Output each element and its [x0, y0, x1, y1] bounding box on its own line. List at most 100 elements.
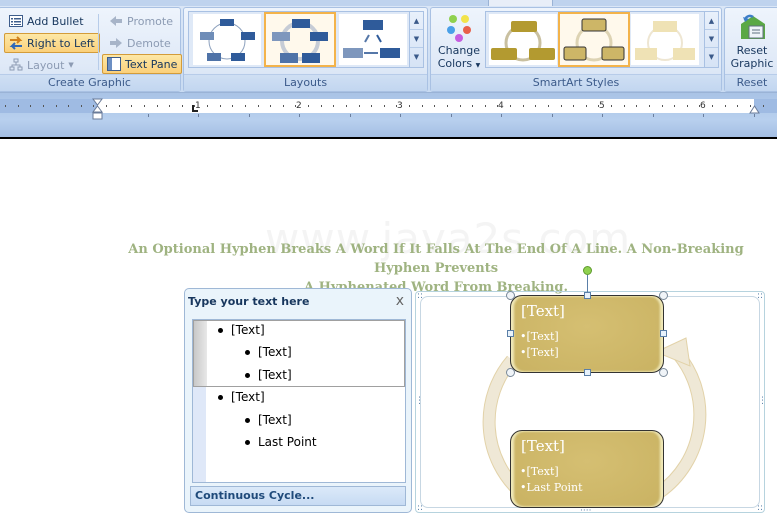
resize-handle-ne[interactable] — [659, 291, 668, 300]
gallery-up-button[interactable]: ▲ — [705, 12, 718, 30]
close-icon[interactable]: x — [396, 293, 404, 309]
ruler-guide-mark — [400, 114, 401, 117]
resize-handle-e[interactable] — [660, 330, 667, 337]
text-pane-icon — [107, 57, 121, 71]
reset-graphic-button[interactable]: Reset Graphic — [727, 12, 777, 70]
resize-handle-sw[interactable] — [506, 368, 515, 377]
create-graphic-group-label: Create Graphic — [0, 74, 180, 91]
ruler-tick — [119, 105, 120, 107]
ruler-number: 4 — [498, 101, 504, 111]
ruler-tick — [636, 105, 637, 107]
ruler-tick — [131, 105, 132, 107]
bullet-icon — [245, 372, 250, 378]
layout-name-link[interactable]: Continuous Cycle... — [190, 486, 406, 506]
horizontal-ruler[interactable]: 123456 — [0, 98, 777, 120]
ruler-tick — [258, 105, 259, 107]
frame-handle-w[interactable]: ⋮ — [415, 397, 424, 406]
frame-handle-ne[interactable]: :: — [757, 292, 763, 301]
ruler-tick — [18, 105, 19, 107]
list-item-text: [Text] — [258, 368, 292, 382]
reset-graphic-label-1: Reset — [736, 44, 768, 57]
list-item-text: [Text] — [258, 413, 292, 427]
text-pane-button[interactable]: Text Pane — [102, 54, 183, 74]
resize-handle-nw[interactable] — [506, 291, 515, 300]
ruler-tick — [409, 105, 410, 107]
change-colors-label-1: Change — [437, 44, 481, 57]
chevron-down-icon: ▼ — [68, 61, 74, 69]
resize-handle-w[interactable] — [507, 330, 514, 337]
text-pane-title: Type your text here — [188, 295, 310, 308]
layout-thumb-hierarchy-cycle[interactable] — [339, 14, 407, 65]
layout-label: Layout — [27, 58, 65, 72]
ruler-tick — [43, 105, 44, 107]
ruler-tick — [725, 105, 726, 107]
resize-handle-s[interactable] — [584, 369, 591, 376]
style-thumb-2[interactable] — [558, 12, 630, 67]
arrow-right-icon — [109, 36, 123, 50]
gallery-down-button[interactable]: ▼ — [410, 30, 423, 48]
ruler-guide-mark — [501, 114, 502, 117]
gallery-down-button[interactable]: ▼ — [705, 30, 718, 48]
style-thumb-1[interactable] — [489, 14, 557, 65]
change-colors-button[interactable]: Change Colors ▼ — [435, 12, 483, 72]
gallery-up-button[interactable]: ▲ — [410, 12, 423, 30]
tab-stop-icon[interactable] — [192, 105, 198, 112]
frame-handle-e[interactable]: ⋮ — [758, 397, 767, 406]
rotation-handle[interactable] — [583, 266, 592, 275]
demote-button[interactable]: Demote — [105, 33, 175, 53]
ruler-guides — [0, 113, 777, 120]
promote-label: Promote — [127, 14, 173, 28]
ruler-tick — [30, 105, 31, 107]
group-reset: Reset Graphic Reset — [724, 7, 777, 92]
ruler-tick — [346, 105, 347, 107]
active-tab-gap — [488, 0, 553, 6]
list-item[interactable]: [Text] — [245, 413, 292, 427]
gallery-more-button[interactable]: ▼ — [705, 48, 718, 66]
rotation-stem — [587, 275, 588, 293]
add-bullet-label: Add Bullet — [27, 14, 84, 28]
frame-handle-se[interactable]: :: — [757, 504, 763, 513]
ribbon-tab-strip — [0, 0, 777, 6]
reset-graphic-icon — [727, 12, 777, 44]
frame-handle-sw[interactable]: :: — [417, 504, 423, 513]
right-to-left-button[interactable]: Right to Left — [4, 33, 100, 53]
list-item[interactable]: [Text] — [245, 345, 292, 359]
ruler-tick — [712, 105, 713, 107]
org-chart-icon — [9, 58, 23, 72]
frame-handle-nw[interactable]: :: — [417, 292, 423, 301]
text-pane-list[interactable]: [Text] [Text] [Text] [Text] [Text] Last … — [192, 319, 406, 483]
list-item[interactable]: [Text] — [218, 323, 265, 337]
resize-handle-se[interactable] — [659, 368, 668, 377]
list-item[interactable]: [Text] — [218, 390, 265, 404]
change-colors-label-2: Colors — [437, 57, 473, 70]
ruler-tick — [321, 105, 322, 107]
frame-handle-s[interactable]: ···· — [580, 507, 591, 516]
shape-title: [Text] — [521, 302, 565, 320]
list-item[interactable]: [Text] — [245, 368, 292, 382]
style-thumb-3[interactable] — [631, 14, 699, 65]
layout-dropdown[interactable]: Layout ▼ — [5, 55, 78, 75]
shape-title: [Text] — [521, 437, 565, 455]
list-item-text: Last Point — [258, 435, 317, 449]
list-item[interactable]: Last Point — [245, 435, 317, 449]
reset-graphic-label-2: Graphic — [730, 57, 774, 70]
text-pane-label: Text Pane — [125, 57, 178, 71]
reset-group-label: Reset — [725, 74, 777, 91]
add-bullet-button[interactable]: Add Bullet — [5, 11, 88, 31]
shape-bullet: •[Text] — [520, 465, 559, 478]
ruler-number: 6 — [700, 101, 706, 111]
promote-button[interactable]: Promote — [105, 11, 177, 31]
smartart-shape-1[interactable]: [Text] •[Text] •[Text] — [510, 295, 664, 373]
arrow-left-icon — [109, 14, 123, 28]
smartart-text-pane: Type your text here x [Text] [Text] [Tex… — [184, 288, 412, 513]
ruler-guide-mark — [754, 114, 755, 117]
gallery-more-button[interactable]: ▼ — [410, 48, 423, 66]
layout-thumb-continuous-cycle[interactable] — [264, 12, 336, 67]
layout-thumb-basic-cycle[interactable] — [193, 14, 261, 65]
ruler-tick — [573, 105, 574, 107]
ruler-tick — [5, 105, 6, 107]
smartart-shape-2[interactable]: [Text] •[Text] •Last Point — [510, 430, 664, 508]
ruler-tick — [737, 105, 738, 107]
resize-handle-n[interactable] — [584, 292, 591, 299]
ruler-tick — [182, 105, 183, 107]
